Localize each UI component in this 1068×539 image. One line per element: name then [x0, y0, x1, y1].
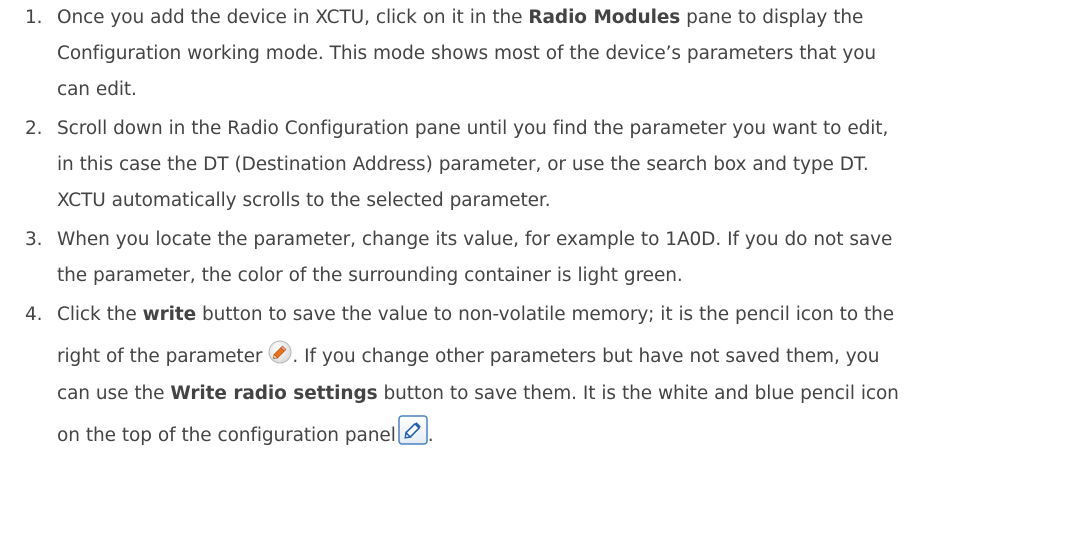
step-1: 1. Once you add the device in XCTU, clic…	[0, 0, 1068, 108]
step-4: 4. Click the write button to save the va…	[0, 297, 1068, 454]
step-text-line: can edit.	[57, 79, 137, 100]
step-3: 3. When you locate the parameter, change…	[0, 222, 1068, 294]
step-number: 3.	[25, 229, 43, 250]
step-text-line: in this case the DT (Destination Address…	[57, 154, 869, 175]
step-2: 2. Scroll down in the Radio Configuratio…	[0, 111, 1068, 219]
step-text-line: XCTU automatically scrolls to the select…	[57, 190, 551, 211]
pencil-square-icon	[398, 415, 428, 445]
step-text-line: Configuration working mode. This mode sh…	[57, 43, 877, 64]
step-text-line: right of the parameter . If you change o…	[57, 333, 1068, 376]
step-number: 4.	[25, 304, 43, 325]
step-text-line: can use the Write radio settings button …	[57, 383, 899, 404]
radio-modules-label: Radio Modules	[528, 7, 681, 28]
step-number: 1.	[25, 7, 43, 28]
step-number: 2.	[25, 118, 43, 139]
write-label: write	[142, 304, 197, 325]
step-text-line: Click the write button to save the value…	[57, 304, 895, 325]
procedure-steps: 1. Once you add the device in XCTU, clic…	[0, 0, 1068, 454]
step-text-line: When you locate the parameter, change it…	[57, 229, 893, 250]
write-radio-settings-label: Write radio settings	[170, 383, 378, 404]
step-text-line: on the top of the configuration panel .	[57, 412, 1068, 454]
pencil-round-icon	[268, 335, 292, 364]
step-text-line: Once you add the device in XCTU, click o…	[57, 7, 864, 28]
step-text-line: Scroll down in the Radio Configuration p…	[57, 118, 889, 139]
step-text-line: the parameter, the color of the surround…	[57, 265, 683, 286]
